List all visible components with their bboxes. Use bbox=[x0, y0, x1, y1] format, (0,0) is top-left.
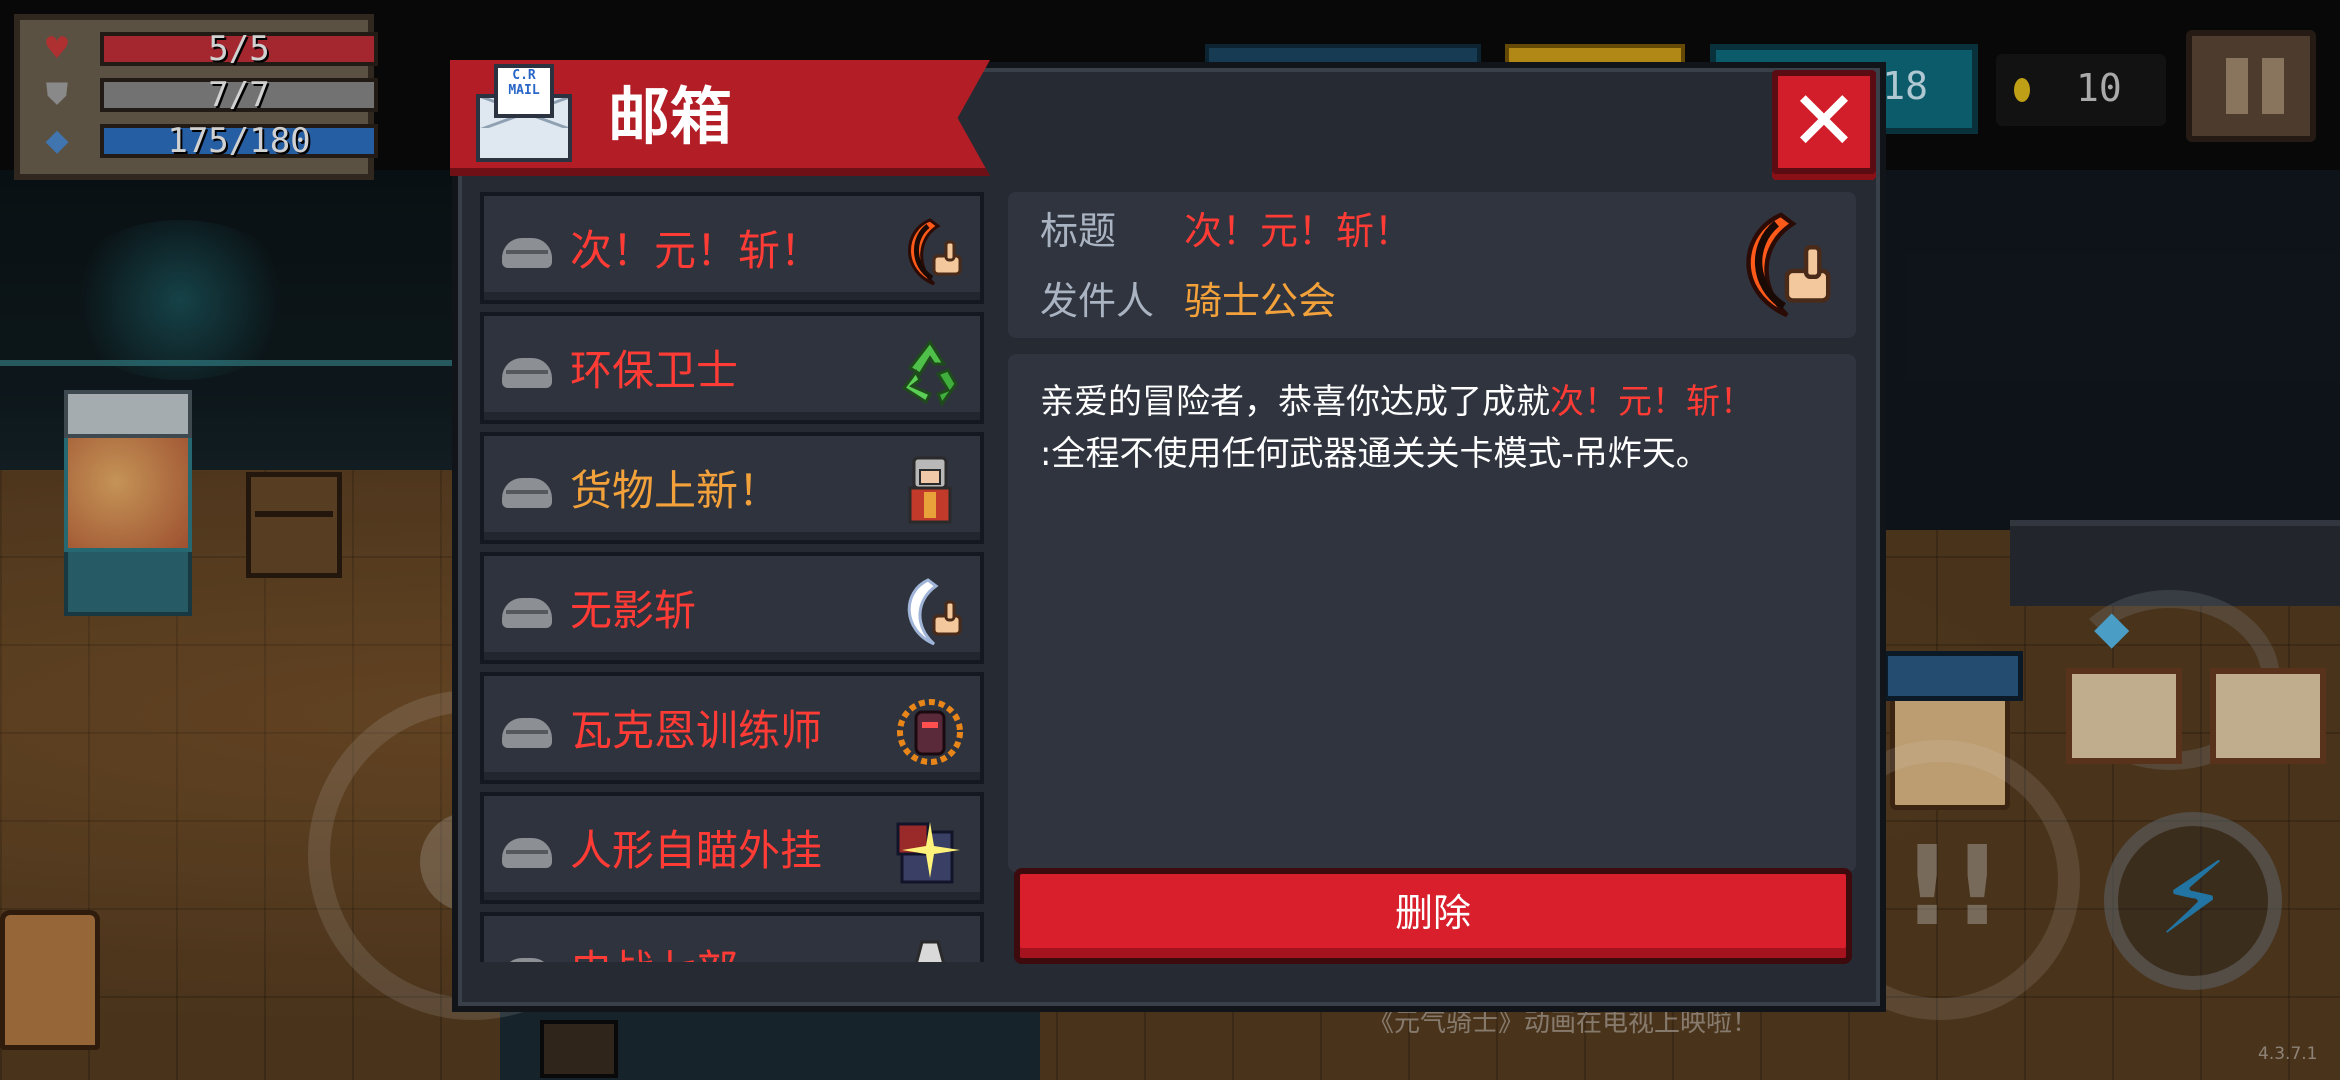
mail-item[interactable]: 次！元！斩！ bbox=[480, 192, 984, 304]
aimbot-icon bbox=[896, 822, 960, 884]
mail-body-text: 亲爱的冒险者，恭喜你达成了成就次！元！斩！ :全程不使用任何武器通关关卡模式-吊炸… bbox=[1040, 376, 1830, 480]
mail-item[interactable]: 瓦克恩训练师 bbox=[480, 672, 984, 784]
mail-item[interactable]: 无影斩 bbox=[480, 552, 984, 664]
mail-icon-text: MAIL bbox=[508, 83, 540, 98]
mail-item-title: 次！元！斩！ bbox=[570, 226, 823, 275]
envelope-open-icon bbox=[502, 958, 552, 962]
mailbox-title: 邮箱 bbox=[608, 80, 733, 153]
white-crescent-icon bbox=[907, 578, 962, 646]
merchant-icon bbox=[908, 456, 952, 524]
crescent-slash-icon bbox=[908, 218, 962, 286]
envelope-open-icon bbox=[502, 358, 552, 388]
mail-icon-text: C.R bbox=[512, 68, 536, 83]
body-prefix: 亲爱的冒险者，恭喜你达成了成就 bbox=[1040, 382, 1550, 422]
trainer-icon bbox=[897, 699, 963, 765]
close-button[interactable]: ✕ bbox=[1772, 70, 1876, 174]
mail-list[interactable]: 次！元！斩！ 环保卫士 货物上新！ 无影斩 瓦克恩训练师 人形自瞄外挂 bbox=[480, 192, 988, 962]
envelope-open-icon bbox=[502, 718, 552, 748]
mail-envelope-icon: C.R MAIL bbox=[476, 64, 572, 164]
crescent-slash-icon bbox=[1746, 212, 1831, 318]
close-icon: ✕ bbox=[1789, 74, 1859, 169]
mail-item[interactable]: 人形自瞄外挂 bbox=[480, 792, 984, 904]
delete-label: 删除 bbox=[1394, 891, 1471, 935]
sender-label: 发件人 bbox=[1040, 279, 1155, 323]
delete-button[interactable]: 删除 bbox=[1014, 868, 1852, 964]
sender-value: 骑士公会 bbox=[1184, 279, 1337, 323]
envelope-open-icon bbox=[502, 598, 552, 628]
title-value: 次！元！斩！ bbox=[1184, 209, 1413, 253]
mail-body: 亲爱的冒险者，恭喜你达成了成就次！元！斩！ :全程不使用任何武器通关关卡模式-吊炸… bbox=[1008, 354, 1856, 872]
mail-item-title: 无影斩 bbox=[570, 586, 697, 635]
mail-item-title: 人形自瞄外挂 bbox=[570, 826, 823, 875]
mail-item-title: 史战七部 bbox=[570, 944, 738, 962]
mail-item[interactable]: 货物上新！ bbox=[480, 432, 984, 544]
envelope-open-icon bbox=[502, 238, 552, 268]
mail-item-title: 瓦克恩训练师 bbox=[570, 706, 823, 755]
mail-item[interactable]: 史战七部 bbox=[480, 912, 984, 962]
mail-item[interactable]: 环保卫士 bbox=[480, 312, 984, 424]
mailbox-title-banner: C.R MAIL 邮箱 bbox=[450, 60, 990, 176]
sender-row: 发件人 骑士公会 bbox=[1040, 276, 1336, 326]
title-label: 标题 bbox=[1040, 209, 1117, 253]
mail-item-title: 货物上新！ bbox=[570, 466, 781, 515]
mail-detail-header: 标题 次！元！斩！ 发件人 骑士公会 bbox=[1008, 192, 1856, 338]
mail-item-title: 环保卫士 bbox=[570, 346, 739, 395]
envelope-open-icon bbox=[502, 478, 552, 508]
cone-icon bbox=[915, 940, 945, 962]
body-achievement: 次！元！斩！ bbox=[1550, 382, 1754, 422]
envelope-open-icon bbox=[502, 838, 552, 868]
title-row: 标题 次！元！斩！ bbox=[1040, 206, 1412, 256]
body-suffix: :全程不使用任何武器通关关卡模式-吊炸天。 bbox=[1040, 434, 1710, 474]
recycle-icon bbox=[901, 339, 958, 408]
